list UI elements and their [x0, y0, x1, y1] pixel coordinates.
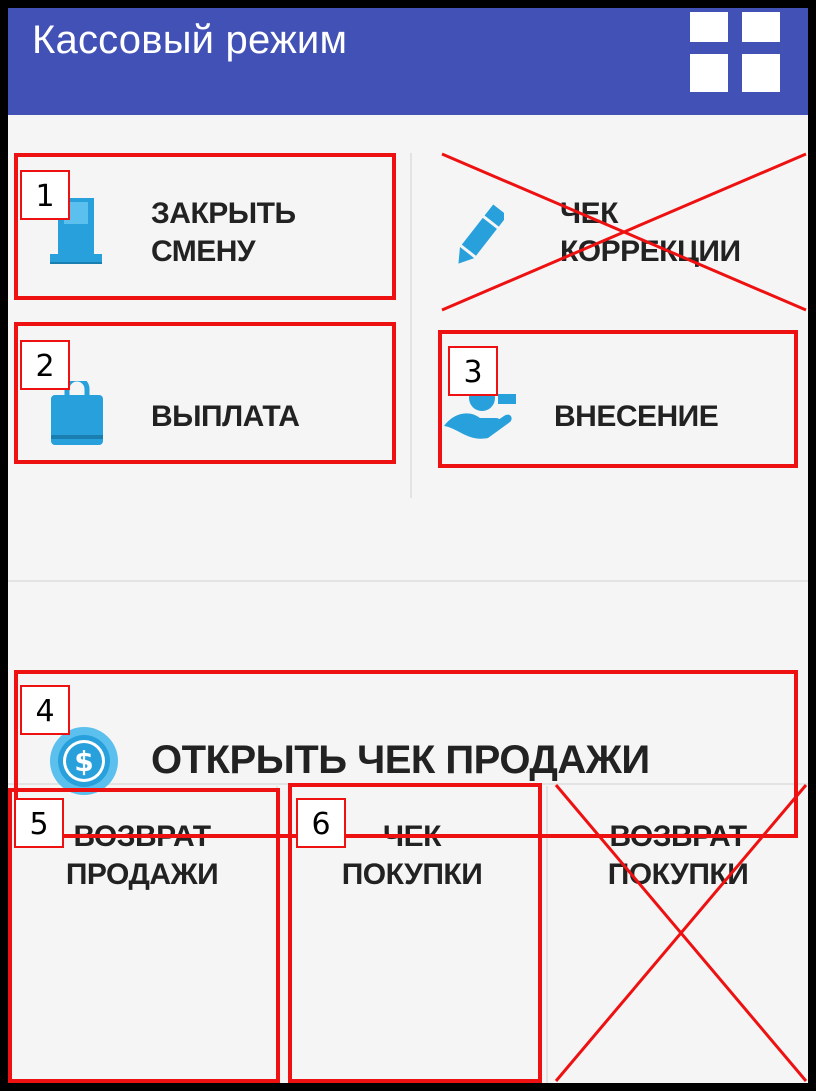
correction-check-label: ЧЕК КОРРЕКЦИИ	[560, 197, 741, 268]
annotation-number: 5	[14, 798, 64, 848]
screen: Кассовый режим ЗАКРЫТЬ СМЕНУ ЧЕК КОРРЕКЦ…	[8, 8, 808, 1083]
annotation-number: 2	[20, 340, 70, 390]
bag-icon	[51, 376, 103, 445]
payout-button[interactable]: ВЫПЛАТА	[16, 326, 396, 461]
payout-label: ВЫПЛАТА	[151, 400, 300, 433]
vertical-divider	[410, 153, 412, 498]
pencil-icon	[456, 201, 508, 271]
correction-check-button[interactable]: ЧЕК КОРРЕКЦИИ	[426, 153, 808, 298]
horizontal-divider	[8, 580, 808, 582]
svg-text:$: $	[74, 745, 93, 778]
app-bar: Кассовый режим	[8, 8, 808, 115]
annotation-number: 1	[20, 170, 70, 220]
close-shift-button[interactable]: ЗАКРЫТЬ СМЕНУ	[16, 153, 396, 298]
annotation-number: 4	[20, 685, 70, 735]
open-sale-check-label: ОТКРЫТЬ ЧЕК ПРОДАЖИ	[151, 738, 650, 782]
return-purchase-label: ВОЗВРАТ ПОКУПКИ	[607, 820, 749, 891]
annotation-number: 6	[296, 798, 346, 848]
grid-icon[interactable]	[690, 12, 780, 92]
return-purchase-button[interactable]: ВОЗВРАТ ПОКУПКИ	[548, 786, 808, 1083]
app-title: Кассовый режим	[32, 18, 348, 62]
close-shift-label: ЗАКРЫТЬ СМЕНУ	[151, 197, 296, 268]
deposit-label: ВНЕСЕНИЕ	[554, 400, 719, 433]
annotation-number: 3	[448, 346, 498, 396]
